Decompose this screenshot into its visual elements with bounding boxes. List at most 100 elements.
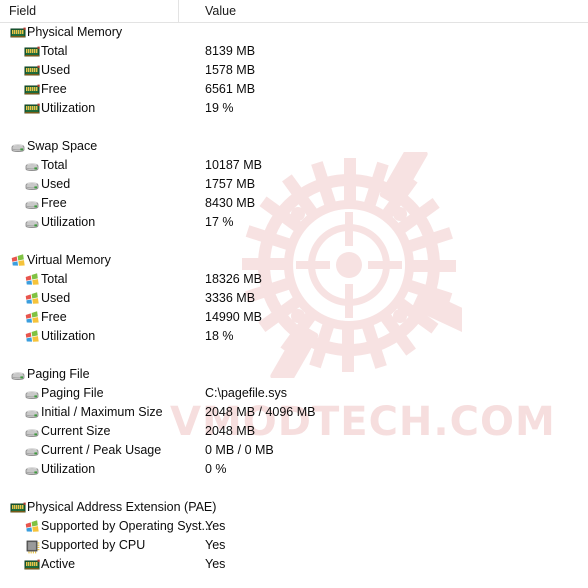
windows-flag-icon bbox=[24, 519, 40, 535]
row-value: 8139 MB bbox=[205, 44, 256, 58]
row-value: 3336 MB bbox=[205, 291, 256, 305]
table-row[interactable]: Utilization 18 % bbox=[0, 327, 588, 346]
table-row[interactable]: Used 1757 MB bbox=[0, 175, 588, 194]
windows-flag-icon bbox=[24, 272, 40, 288]
table-row[interactable]: Utilization 0 % bbox=[0, 460, 588, 479]
row-field-label: Active bbox=[41, 557, 76, 571]
row-value: 18326 MB bbox=[205, 272, 262, 286]
row-field-label: Initial / Maximum Size bbox=[41, 405, 163, 419]
row-field-label: Current / Peak Usage bbox=[41, 443, 162, 457]
row-field-label: Paging File bbox=[41, 386, 104, 400]
table-row[interactable]: Initial / Maximum Size 2048 MB / 4096 MB bbox=[0, 403, 588, 422]
row-field-label: Free bbox=[41, 196, 67, 210]
table-row[interactable]: Utilization 19 % bbox=[0, 99, 588, 118]
table-row[interactable]: Physical Address Extension (PAE) bbox=[0, 498, 588, 517]
row-value: Yes bbox=[205, 557, 226, 571]
column-header-row: Field Value bbox=[0, 0, 588, 23]
row-field-label: Virtual Memory bbox=[27, 253, 111, 267]
ram-icon bbox=[10, 500, 26, 516]
row-field-label: Utilization bbox=[41, 329, 96, 343]
row-field-label: Paging File bbox=[27, 367, 90, 381]
disk-icon bbox=[10, 139, 26, 155]
disk-icon bbox=[24, 158, 40, 174]
row-field-label: Physical Memory bbox=[27, 25, 123, 39]
table-row[interactable]: Free 6561 MB bbox=[0, 80, 588, 99]
windows-flag-icon bbox=[24, 310, 40, 326]
row-field-label: Total bbox=[41, 158, 68, 172]
table-row[interactable]: Utilization 17 % bbox=[0, 213, 588, 232]
row-field-label: Total bbox=[41, 272, 68, 286]
row-field-label: Utilization bbox=[41, 215, 96, 229]
row-value: Yes bbox=[205, 519, 226, 533]
row-value: 1578 MB bbox=[205, 63, 256, 77]
ram-icon bbox=[24, 82, 40, 98]
table-row[interactable]: Current / Peak Usage 0 MB / 0 MB bbox=[0, 441, 588, 460]
ram-icon bbox=[24, 557, 40, 573]
disk-icon bbox=[24, 443, 40, 459]
row-field-label: Used bbox=[41, 291, 71, 305]
row-value: 2048 MB / 4096 MB bbox=[205, 405, 316, 419]
row-field-label: Utilization bbox=[41, 101, 96, 115]
row-value: 0 % bbox=[205, 462, 227, 476]
ram-icon bbox=[24, 44, 40, 60]
table-row[interactable]: Paging File C:\pagefile.sys bbox=[0, 384, 588, 403]
row-value: Yes bbox=[205, 538, 226, 552]
table-row[interactable]: Used 1578 MB bbox=[0, 61, 588, 80]
column-divider[interactable] bbox=[178, 0, 179, 23]
windows-flag-icon bbox=[24, 329, 40, 345]
table-row[interactable]: Active Yes bbox=[0, 555, 588, 574]
row-value: 19 % bbox=[205, 101, 234, 115]
table-row[interactable]: Physical Memory bbox=[0, 23, 588, 42]
row-field-label: Supported by Operating Syst... bbox=[41, 519, 212, 533]
table-row[interactable]: Paging File bbox=[0, 365, 588, 384]
row-field-label: Total bbox=[41, 44, 68, 58]
table-row[interactable]: Supported by Operating Syst... Yes bbox=[0, 517, 588, 536]
info-table-body: Physical Memory Total 8139 MB Used 1578 MB Fr… bbox=[0, 23, 588, 574]
cpu-icon bbox=[24, 538, 40, 554]
column-header-field[interactable]: Field bbox=[9, 4, 36, 18]
row-value: 8430 MB bbox=[205, 196, 256, 210]
row-field-label: Utilization bbox=[41, 462, 96, 476]
row-field-label: Free bbox=[41, 310, 67, 324]
windows-flag-icon bbox=[24, 291, 40, 307]
disk-icon bbox=[24, 386, 40, 402]
row-field-label: Swap Space bbox=[27, 139, 98, 153]
ram-icon bbox=[24, 63, 40, 79]
disk-icon bbox=[24, 177, 40, 193]
table-row[interactable]: Swap Space bbox=[0, 137, 588, 156]
row-value: 18 % bbox=[205, 329, 234, 343]
table-row[interactable]: Supported by CPU Yes bbox=[0, 536, 588, 555]
disk-icon bbox=[24, 215, 40, 231]
table-row[interactable]: Virtual Memory bbox=[0, 251, 588, 270]
disk-icon bbox=[24, 405, 40, 421]
disk-icon bbox=[10, 367, 26, 383]
row-field-label: Used bbox=[41, 63, 71, 77]
row-field-label: Supported by CPU bbox=[41, 538, 146, 552]
table-row[interactable]: Total 8139 MB bbox=[0, 42, 588, 61]
row-value: 1757 MB bbox=[205, 177, 256, 191]
table-row[interactable]: Total 18326 MB bbox=[0, 270, 588, 289]
row-value: 2048 MB bbox=[205, 424, 256, 438]
row-field-label: Free bbox=[41, 82, 67, 96]
ram-icon bbox=[10, 25, 26, 41]
row-value: 0 MB / 0 MB bbox=[205, 443, 274, 457]
row-field-label: Current Size bbox=[41, 424, 111, 438]
disk-icon bbox=[24, 424, 40, 440]
row-value: 14990 MB bbox=[205, 310, 262, 324]
row-field-label: Used bbox=[41, 177, 71, 191]
row-value: 6561 MB bbox=[205, 82, 256, 96]
ram-icon bbox=[24, 101, 40, 117]
disk-icon bbox=[24, 462, 40, 478]
disk-icon bbox=[24, 196, 40, 212]
table-row[interactable]: Current Size 2048 MB bbox=[0, 422, 588, 441]
column-header-value[interactable]: Value bbox=[205, 4, 236, 18]
row-value: C:\pagefile.sys bbox=[205, 386, 287, 400]
table-row[interactable]: Free 8430 MB bbox=[0, 194, 588, 213]
table-row[interactable]: Total 10187 MB bbox=[0, 156, 588, 175]
table-row[interactable]: Used 3336 MB bbox=[0, 289, 588, 308]
table-row[interactable]: Free 14990 MB bbox=[0, 308, 588, 327]
